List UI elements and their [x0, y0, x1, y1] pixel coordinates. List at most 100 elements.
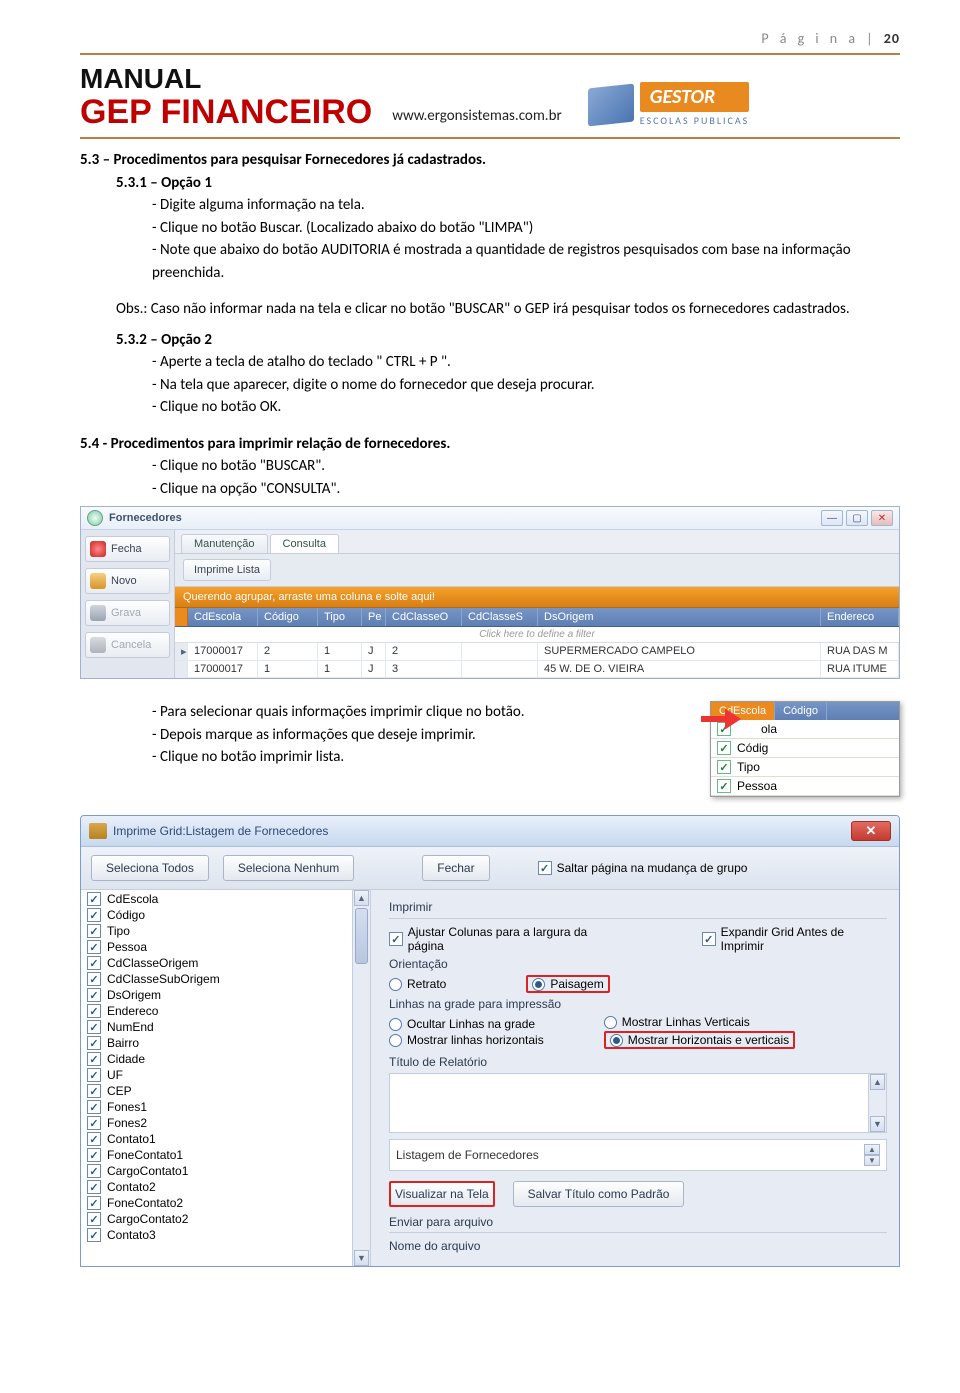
- nome-arquivo-label: Nome do arquivo: [389, 1239, 887, 1253]
- field-list: ✓CdEscola✓Código✓Tipo✓Pessoa✓CdClasseOri…: [81, 890, 371, 1266]
- checkbox-icon: ✓: [87, 1196, 101, 1210]
- field-option[interactable]: ✓CdClasseSubOrigem: [81, 971, 370, 987]
- tab-manutencao[interactable]: Manutenção: [181, 534, 268, 553]
- obs-note: Obs.: Caso não informar nada na tela e c…: [80, 298, 900, 321]
- scrollbar[interactable]: ▲ ▼: [868, 1074, 886, 1132]
- col-tipo[interactable]: Tipo: [318, 608, 362, 626]
- field-option[interactable]: ✓Cidade: [81, 1051, 370, 1067]
- field-option[interactable]: ✓Código: [81, 907, 370, 923]
- field-option[interactable]: ✓Pessoa: [81, 939, 370, 955]
- cell-cdco: 2: [386, 643, 462, 660]
- group-titulo: Título de Relatório: [389, 1055, 887, 1069]
- scroll-up-button[interactable]: ▲: [870, 1074, 885, 1090]
- field-option[interactable]: ✓Fones2: [81, 1115, 370, 1131]
- field-option[interactable]: ✓CEP: [81, 1083, 370, 1099]
- visualizar-button[interactable]: Visualizar na Tela: [389, 1181, 495, 1207]
- col-codigo[interactable]: Código: [258, 608, 318, 626]
- step-5-4-b: - Clique na opção "CONSULTA".: [80, 478, 900, 501]
- col-cdescola[interactable]: CdEscola: [188, 608, 258, 626]
- col-pe[interactable]: Pe: [362, 608, 386, 626]
- field-option[interactable]: ✓FoneContato2: [81, 1195, 370, 1211]
- field-option-label: DsOrigem: [107, 988, 161, 1002]
- field-option-label: Contato3: [107, 1228, 156, 1242]
- field-option[interactable]: ✓Contato1: [81, 1131, 370, 1147]
- divider-top: [80, 53, 900, 55]
- ajustar-colunas-checkbox[interactable]: ✓Ajustar Colunas para a largura da págin…: [389, 925, 622, 953]
- field-option[interactable]: ✓Contato3: [81, 1227, 370, 1243]
- close-button[interactable]: ✕: [851, 821, 891, 841]
- titulo-value: Listagem de Fornecedores: [396, 1148, 539, 1162]
- col-dsorigen[interactable]: DsOrigem: [538, 608, 821, 626]
- field-option[interactable]: ✓Fones1: [81, 1099, 370, 1115]
- col-endereco[interactable]: Endereco: [821, 608, 899, 626]
- column-option-ola[interactable]: ✓xxxola: [711, 720, 899, 739]
- spin-buttons[interactable]: ▲▼: [864, 1144, 880, 1166]
- scroll-down-button[interactable]: ▼: [354, 1250, 369, 1266]
- step-5-3-2-b: - Na tela que aparecer, digite o nome do…: [80, 374, 900, 397]
- minimize-button[interactable]: —: [821, 510, 843, 526]
- field-option-label: Cidade: [107, 1052, 145, 1066]
- field-option[interactable]: ✓NumEnd: [81, 1019, 370, 1035]
- table-row[interactable]: ▸ 17000017 2 1 J 2 SUPERMERCADO CAMPELO …: [175, 643, 899, 661]
- group-hint-bar[interactable]: Querendo agrupar, arraste uma coluna e s…: [175, 587, 899, 608]
- mostrar-verticais-radio[interactable]: Mostrar Linhas Verticais: [604, 1015, 795, 1029]
- paisagem-radio[interactable]: Paisagem: [532, 977, 603, 991]
- field-option[interactable]: ✓FoneContato1: [81, 1147, 370, 1163]
- sidebar-cancela-button[interactable]: Cancela: [85, 632, 170, 658]
- col-cdclasseo[interactable]: CdClasseO: [386, 608, 462, 626]
- sidebar-grava-label: Grava: [111, 607, 141, 619]
- col-cdclasses[interactable]: CdClasseS: [462, 608, 538, 626]
- imprime-lista-button[interactable]: Imprime Lista: [183, 559, 271, 581]
- paisagem-label: Paisagem: [550, 977, 603, 991]
- retrato-radio[interactable]: Retrato: [389, 977, 446, 991]
- expandir-grid-checkbox[interactable]: ✓Expandir Grid Antes de Imprimir: [702, 925, 887, 953]
- column-option-pessoa[interactable]: ✓Pessoa: [711, 777, 899, 796]
- select-all-button[interactable]: Seleciona Todos: [91, 855, 209, 881]
- sidebar-fecha-label: Fecha: [111, 543, 142, 555]
- saltar-pagina-checkbox[interactable]: ✓ Saltar página na mudança de grupo: [538, 861, 748, 875]
- column-option-tipo[interactable]: ✓Tipo: [711, 758, 899, 777]
- field-option[interactable]: ✓UF: [81, 1067, 370, 1083]
- scroll-thumb[interactable]: [355, 908, 368, 964]
- field-option-label: Pessoa: [107, 940, 147, 954]
- field-option[interactable]: ✓Contato2: [81, 1179, 370, 1195]
- sel-step-b: - Depois marque as informações que desej…: [80, 724, 690, 747]
- scroll-up-button[interactable]: ▲: [354, 890, 369, 906]
- tabs: Manutenção Consulta: [175, 530, 899, 554]
- field-option[interactable]: ✓Bairro: [81, 1035, 370, 1051]
- sidebar-fecha-button[interactable]: Fecha: [85, 536, 170, 562]
- titulo-input[interactable]: Listagem de Fornecedores ▲▼: [389, 1139, 887, 1171]
- mostrar-hv-radio[interactable]: Mostrar Horizontais e verticais: [610, 1033, 789, 1047]
- table-row[interactable]: 17000017 1 1 J 3 45 W. DE O. VIEIRA RUA …: [175, 661, 899, 678]
- step-5-4-a: - Clique no botão "BUSCAR".: [80, 455, 900, 478]
- ocultar-linhas-radio[interactable]: Ocultar Linhas na grade: [389, 1017, 544, 1031]
- field-option[interactable]: ✓CargoContato1: [81, 1163, 370, 1179]
- field-option[interactable]: ✓Endereco: [81, 1003, 370, 1019]
- col-head-codigo[interactable]: Código: [775, 702, 827, 720]
- select-none-button[interactable]: Seleciona Nenhum: [223, 855, 354, 881]
- mostrar-horizontais-radio[interactable]: Mostrar linhas horizontais: [389, 1033, 544, 1047]
- field-option[interactable]: ✓CargoContato2: [81, 1211, 370, 1227]
- fechar-button[interactable]: Fechar: [422, 855, 489, 881]
- checkbox-icon: ✓: [702, 932, 716, 946]
- sidebar-grava-button[interactable]: Grava: [85, 600, 170, 626]
- sidebar-novo-button[interactable]: Novo: [85, 568, 170, 594]
- tab-consulta[interactable]: Consulta: [270, 534, 339, 553]
- field-option[interactable]: ✓DsOrigem: [81, 987, 370, 1003]
- column-option-codigo[interactable]: ✓Códig: [711, 739, 899, 758]
- scroll-down-button[interactable]: ▼: [870, 1116, 885, 1132]
- printer-icon: [89, 823, 107, 839]
- salvar-titulo-button[interactable]: Salvar Título como Padrão: [513, 1181, 685, 1207]
- field-option[interactable]: ✓Tipo: [81, 923, 370, 939]
- close-button[interactable]: ✕: [871, 510, 893, 526]
- checkbox-icon: ✓: [87, 1132, 101, 1146]
- column-chooser-button[interactable]: [175, 608, 188, 626]
- maximize-button[interactable]: ▢: [846, 510, 868, 526]
- titulo-textarea[interactable]: ▲ ▼: [389, 1073, 887, 1133]
- scrollbar[interactable]: ▲ ▼: [352, 890, 370, 1266]
- field-option[interactable]: ✓CdClasseOrigem: [81, 955, 370, 971]
- sel-step-a: - Para selecionar quais informações impr…: [80, 701, 690, 724]
- field-option[interactable]: ✓CdEscola: [81, 891, 370, 907]
- step-5-3-2-a: - Aperte a tecla de atalho do teclado " …: [80, 351, 900, 374]
- grid-filter-row[interactable]: Click here to define a filter: [175, 627, 899, 643]
